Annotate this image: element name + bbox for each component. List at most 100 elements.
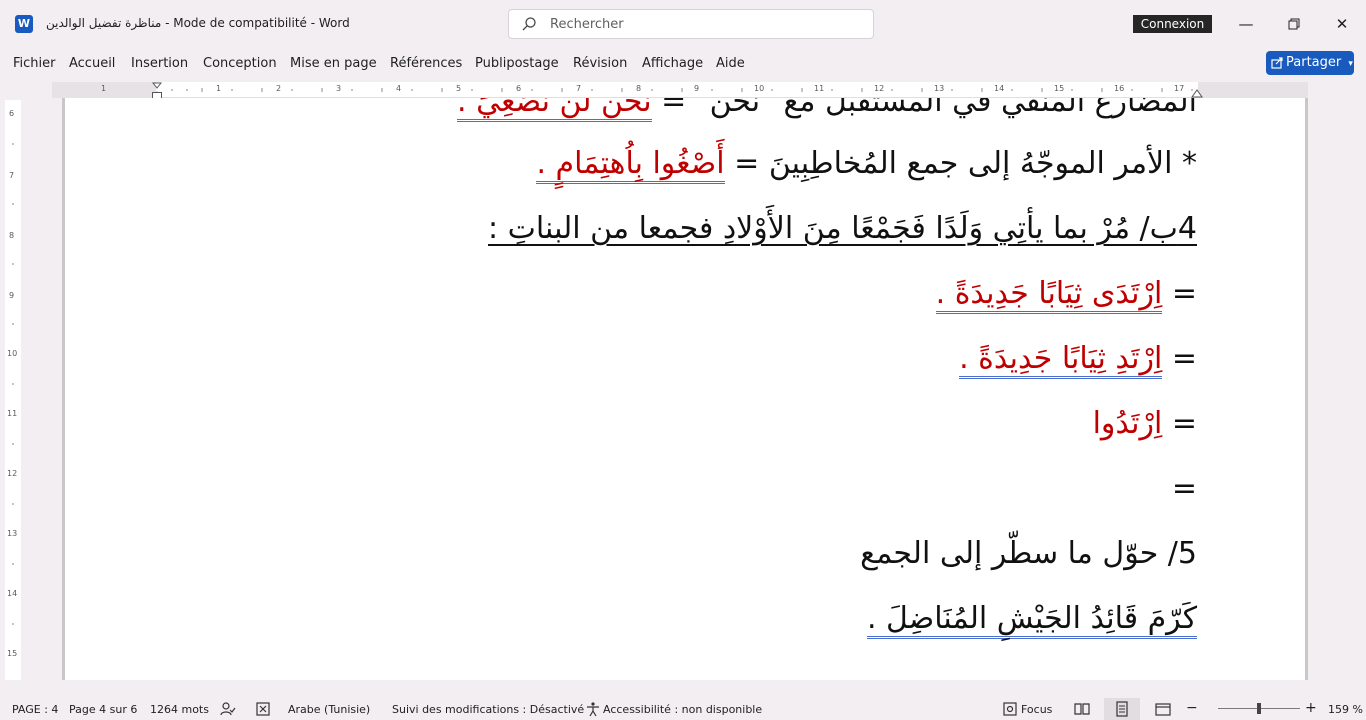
print-layout-button[interactable]	[1104, 698, 1140, 720]
ruler-label: 1	[216, 84, 222, 93]
status-page-of[interactable]: Page 4 sur 6	[69, 703, 137, 716]
accessibility-icon[interactable]	[585, 701, 601, 717]
word-app-icon: W	[15, 15, 33, 33]
vruler-label: 8	[9, 231, 15, 240]
macro-icon[interactable]	[255, 701, 271, 717]
doc-line-7[interactable]: 5/ حوّل ما سطّر إلى الجمع	[860, 536, 1197, 571]
doc-text: المضارع المنفي في المستقبل مع "نحن" =	[661, 98, 1197, 119]
doc-line-0[interactable]: المضارع المنفي في المستقبل مع "نحن" = نح…	[457, 98, 1197, 122]
proofing-icon[interactable]	[220, 701, 236, 717]
menu-references[interactable]: Références	[390, 56, 462, 71]
menu-publipostage[interactable]: Publipostage	[475, 56, 559, 71]
doc-text: * الأمر الموجّهُ إلى جمع المُخاطِبِينَ =	[734, 146, 1197, 181]
status-word-count[interactable]: 1264 mots	[150, 703, 209, 716]
vruler-label: 13	[7, 529, 18, 538]
doc-answer-red: نحن لن نُصْغِيَ .	[457, 98, 652, 122]
ruler-label: 9	[694, 84, 700, 93]
share-label: Partager	[1286, 55, 1342, 70]
web-layout-icon[interactable]	[1155, 701, 1171, 717]
ruler-label: 2	[276, 84, 282, 93]
menu-accueil[interactable]: Accueil	[69, 56, 115, 71]
vertical-ruler[interactable]: 6 7 8 9 10 11 12 13 14 15	[5, 100, 21, 680]
focus-icon[interactable]	[1002, 701, 1018, 717]
document-title: مناظرة تفضيل الوالدين - Mode de compatib…	[46, 16, 350, 30]
ruler-label: 12	[874, 84, 885, 93]
ruler-label: 6	[516, 84, 522, 93]
search-icon	[522, 17, 536, 31]
print-layout-icon	[1116, 701, 1128, 717]
ruler-label: 17	[1174, 84, 1185, 93]
doc-text: =	[1171, 276, 1197, 311]
status-focus[interactable]: Focus	[1021, 703, 1052, 716]
status-bar: PAGE : 4 Page 4 sur 6 1264 mots Arabe (T…	[0, 698, 1366, 720]
status-accessibility[interactable]: Accessibilité : non disponible	[603, 703, 762, 716]
zoom-slider-thumb[interactable]	[1257, 703, 1261, 714]
menu-mise-en-page[interactable]: Mise en page	[290, 56, 377, 71]
menu-fichier[interactable]: Fichier	[13, 56, 56, 71]
restore-button[interactable]	[1279, 10, 1309, 38]
restore-icon	[1288, 18, 1300, 30]
doc-text: 5/ حوّل ما سطّر إلى الجمع	[860, 536, 1197, 571]
sign-in-button[interactable]: Connexion	[1133, 15, 1212, 33]
doc-text: كَرّمَ قَائِدُ الجَيْشِ المُنَاضِلَ .	[866, 601, 1197, 639]
status-zoom-level[interactable]: 159 %	[1328, 703, 1363, 716]
horizontal-ruler[interactable]: 1 1 2 3 4 5 6 7 8 9 10 11 12 13 14 15 16…	[52, 82, 1308, 98]
menu-affichage[interactable]: Affichage	[642, 56, 703, 71]
ruler-label: 11	[814, 84, 825, 93]
vruler-label: 9	[9, 291, 15, 300]
doc-line-8[interactable]: كَرّمَ قَائِدُ الجَيْشِ المُنَاضِلَ .	[866, 601, 1197, 639]
menu-insertion[interactable]: Insertion	[131, 56, 188, 71]
doc-answer-red: اِرْتَدِ ثِيَابًا جَدِيدَةً .	[959, 341, 1163, 379]
doc-answer-red: أَصْغُوا بِاُهتِمَامٍ .	[536, 146, 725, 184]
share-button[interactable]: Partager ▾	[1266, 51, 1354, 75]
close-button[interactable]: ✕	[1327, 10, 1357, 38]
menu-revision[interactable]: Révision	[573, 56, 627, 71]
ruler-label: 14	[994, 84, 1005, 93]
vruler-label: 15	[7, 649, 18, 658]
close-icon: ✕	[1335, 15, 1349, 33]
ruler-label: 7	[576, 84, 582, 93]
doc-line-6[interactable]: =	[1172, 471, 1197, 506]
doc-text: =	[1171, 341, 1197, 376]
ruler-label: 5	[456, 84, 462, 93]
doc-answer-red: اِرْتَدُوا	[1092, 406, 1163, 441]
doc-line-4[interactable]: = اِرْتَدِ ثِيَابًا جَدِيدَةً .	[959, 341, 1197, 379]
doc-text: =	[1171, 471, 1197, 506]
vruler-label: 11	[7, 409, 18, 418]
minimize-button[interactable]: —	[1231, 10, 1261, 38]
vruler-label: 14	[7, 589, 18, 598]
ruler-label: 16	[1114, 84, 1125, 93]
ribbon-menu-bar: Fichier Accueil Insertion Conception Mis…	[0, 48, 1366, 80]
ruler-label: 13	[934, 84, 945, 93]
status-language[interactable]: Arabe (Tunisie)	[288, 703, 370, 716]
menu-conception[interactable]: Conception	[203, 56, 277, 71]
share-icon	[1271, 57, 1283, 69]
status-page[interactable]: PAGE : 4	[12, 703, 58, 716]
doc-answer-red: اِرْتَدَى ثِيَابًا جَدِيدَةً .	[935, 276, 1163, 314]
zoom-in-icon[interactable]: +	[1305, 700, 1317, 716]
zoom-out-icon[interactable]: −	[1186, 700, 1198, 716]
right-indent-marker-icon[interactable]	[1191, 86, 1203, 98]
ruler-label: 1	[101, 84, 107, 93]
doc-text: 4ب/ مُرْ بما يأتِي وَلَدًا فَجَمْعًا مِن…	[488, 211, 1197, 246]
document-page[interactable]: المضارع المنفي في المستقبل مع "نحن" = نح…	[62, 98, 1308, 680]
ruler-label: 15	[1054, 84, 1065, 93]
vruler-label: 6	[9, 109, 15, 118]
ruler-label: 3	[336, 84, 342, 93]
doc-line-3[interactable]: = اِرْتَدَى ثِيَابًا جَدِيدَةً .	[935, 276, 1197, 314]
chevron-down-icon: ▾	[1348, 59, 1353, 69]
ruler-label: 10	[754, 84, 765, 93]
doc-line-1[interactable]: * الأمر الموجّهُ إلى جمع المُخاطِبِينَ =…	[536, 146, 1197, 184]
vruler-label: 12	[7, 469, 18, 478]
search-placeholder: Rechercher	[550, 17, 624, 32]
vruler-label: 7	[9, 171, 15, 180]
title-bar: W مناظرة تفضيل الوالدين - Mode de compat…	[0, 0, 1366, 48]
menu-aide[interactable]: Aide	[716, 56, 745, 71]
ruler-label: 4	[396, 84, 402, 93]
status-track-changes[interactable]: Suivi des modifications : Désactivé	[392, 703, 584, 716]
doc-line-2[interactable]: 4ب/ مُرْ بما يأتِي وَلَدًا فَجَمْعًا مِن…	[488, 211, 1197, 246]
doc-line-5[interactable]: = اِرْتَدُوا	[1093, 406, 1197, 441]
minimize-icon: —	[1238, 15, 1254, 33]
search-box[interactable]: Rechercher	[508, 9, 874, 39]
read-mode-icon[interactable]	[1074, 701, 1090, 717]
